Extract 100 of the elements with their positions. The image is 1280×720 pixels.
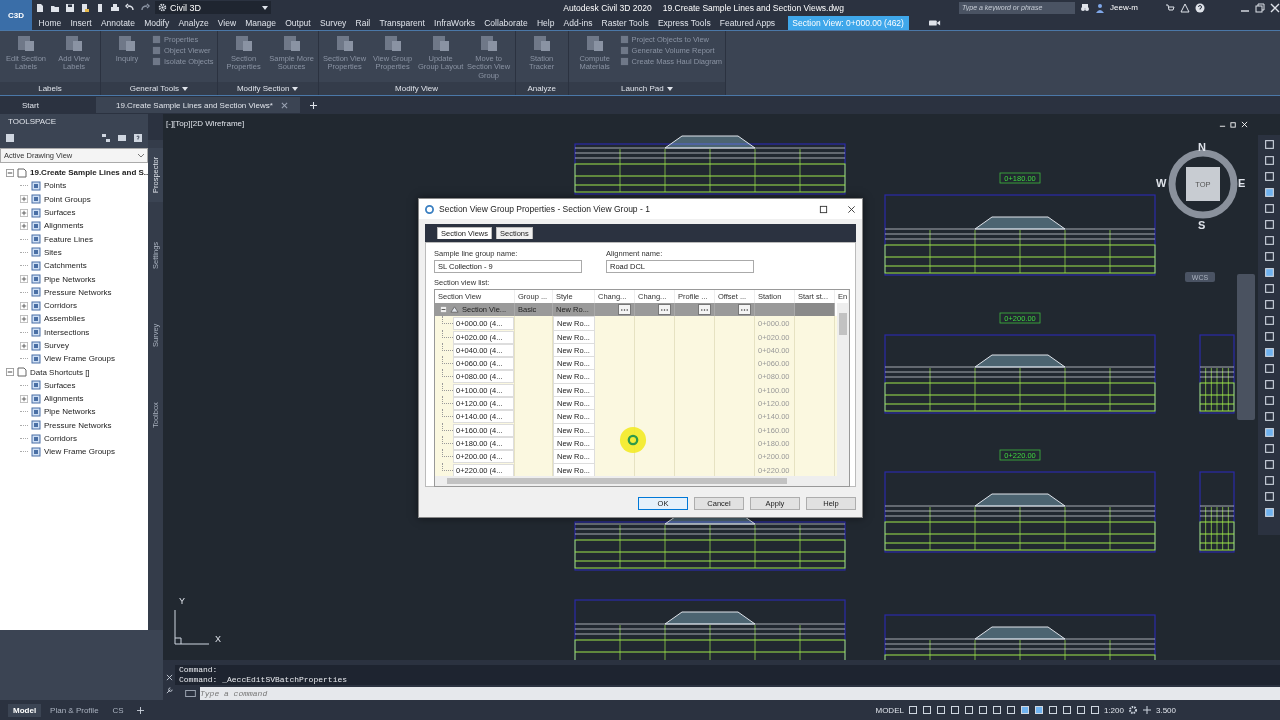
tree-item[interactable]: Surfaces [44, 380, 76, 390]
tree-item[interactable]: Assemblies [44, 314, 85, 324]
expander-icon[interactable] [20, 314, 28, 323]
window-icon[interactable] [117, 133, 127, 143]
toolbar-icon[interactable] [1263, 187, 1275, 198]
ellipsis-button[interactable] [618, 304, 631, 316]
toolbar-icon[interactable] [1263, 315, 1275, 326]
ribbon-tab[interactable]: Raster Tools [597, 15, 654, 30]
toolbar-icon[interactable] [1263, 411, 1275, 422]
toolbar-icon[interactable] [1263, 427, 1275, 438]
status-toggle-icon[interactable] [1061, 705, 1072, 715]
toolbar-icon[interactable] [1263, 219, 1275, 230]
expander-icon[interactable] [6, 168, 14, 177]
tree-item[interactable]: Alignments [44, 221, 84, 231]
layout-tab[interactable]: Model [8, 703, 42, 717]
tree-item[interactable]: Data Shortcuts [] [30, 367, 90, 377]
south-label[interactable]: S [1198, 219, 1206, 231]
expander-icon[interactable] [6, 368, 14, 377]
expander-icon[interactable] [20, 394, 28, 403]
tree-item[interactable]: Feature Lines [44, 234, 93, 244]
layout-tab[interactable]: Plan & Profile [45, 703, 104, 717]
save-icon[interactable] [65, 2, 75, 13]
status-toggle-icon[interactable] [1033, 705, 1044, 715]
tree-item[interactable]: Pressure Networks [44, 420, 112, 430]
layout-tab[interactable]: CS [107, 703, 129, 717]
ribbon-tab[interactable]: Output [280, 15, 316, 30]
document-tab[interactable]: Start [12, 97, 92, 113]
toolbar-icon[interactable] [1263, 251, 1275, 262]
status-toggle-icon[interactable] [963, 705, 974, 715]
tree-item[interactable]: Corridors [44, 434, 77, 444]
user-name[interactable]: Jeew-m [1110, 3, 1160, 12]
tree-item[interactable]: Corridors [44, 301, 77, 311]
toolbar-icon[interactable] [1263, 331, 1275, 342]
ribbon-tab[interactable]: View [213, 15, 241, 30]
triangle-icon[interactable] [1180, 2, 1190, 13]
toolbar-icon[interactable] [1263, 155, 1275, 166]
tree-item[interactable]: Pressure Networks [44, 287, 112, 297]
status-toggle-icon[interactable] [1047, 705, 1058, 715]
restore-icon[interactable] [1230, 121, 1237, 128]
tree-item[interactable]: Survey [44, 341, 69, 350]
save-as-icon[interactable] [80, 2, 90, 13]
ribbon-tab[interactable]: Add-ins [559, 15, 597, 30]
toolbar-icon[interactable] [1263, 443, 1275, 454]
toolbar-icon[interactable] [1263, 459, 1275, 470]
ribbon-tab[interactable]: Collaborate [479, 15, 533, 30]
tree-item[interactable]: Catchments [44, 261, 87, 271]
ribbon-tab[interactable]: Manage [240, 15, 281, 30]
expander-icon[interactable] [20, 221, 28, 230]
toolbar-icon[interactable] [1263, 139, 1275, 150]
coordinate-value[interactable]: 3.500 [1155, 705, 1176, 715]
add-layout-icon[interactable] [136, 706, 144, 714]
ribbon-tab[interactable]: Home [34, 15, 66, 30]
tree-item[interactable]: Sites [44, 247, 62, 257]
expander-icon[interactable] [20, 208, 28, 217]
ribbon-tab[interactable]: InfraWorks [429, 15, 480, 30]
status-toggle-icon[interactable] [991, 705, 1002, 715]
tree-item[interactable]: Pipe Networks [44, 274, 96, 284]
west-label[interactable]: W [1156, 177, 1167, 189]
toolbar-icon[interactable] [1263, 171, 1275, 182]
close-icon[interactable] [847, 204, 856, 214]
document-tab[interactable]: 19.Create Sample Lines and Section Views* [96, 97, 300, 113]
viewport-controls-label[interactable]: [-][Top][2D Wireframe] [166, 119, 245, 128]
tree-item[interactable]: Surfaces [44, 208, 76, 218]
expander-icon[interactable] [20, 195, 28, 204]
toolbar-icon[interactable] [1263, 283, 1275, 294]
tree-item[interactable]: View Frame Groups [44, 447, 115, 457]
tree-item[interactable]: Pipe Networks [44, 407, 96, 417]
ribbon-tab[interactable]: Insert [65, 15, 97, 30]
application-menu-button[interactable]: C3D [0, 0, 32, 30]
tree-item[interactable]: Points [44, 181, 67, 191]
status-toggle-icon[interactable] [977, 705, 988, 715]
north-label[interactable]: N [1198, 141, 1206, 153]
toolbar-icon[interactable] [1263, 379, 1275, 390]
tree-item[interactable]: Point Groups [44, 194, 91, 204]
workspace-dropdown[interactable]: Civil 3D [155, 1, 271, 14]
status-toggle-icon[interactable] [1005, 705, 1016, 715]
ellipsis-button[interactable] [698, 304, 711, 316]
status-toggle-icon[interactable] [907, 705, 918, 715]
status-toggle-icon[interactable] [1089, 705, 1100, 715]
binoculars-icon[interactable] [1080, 2, 1090, 13]
toolbar-icon[interactable] [1263, 395, 1275, 406]
gear-icon[interactable] [1127, 705, 1138, 715]
panel-title[interactable]: Modify Section [217, 82, 318, 95]
toolbar-icon[interactable] [1263, 475, 1275, 486]
video-icon[interactable] [928, 18, 941, 27]
plus-icon[interactable] [1141, 705, 1152, 715]
maximize-icon[interactable] [819, 204, 828, 214]
ribbon-tab[interactable]: Transparent [374, 15, 430, 30]
tree-item[interactable]: Alignments [44, 394, 84, 404]
toolbar-icon[interactable] [1263, 347, 1275, 358]
panel-title[interactable]: General Tools [101, 82, 217, 95]
expander-icon[interactable] [440, 306, 447, 314]
redo-icon[interactable] [140, 2, 150, 13]
ribbon-tab[interactable]: Analyze [173, 15, 214, 30]
help-icon[interactable] [1195, 2, 1205, 13]
toolbar-icon[interactable] [1263, 363, 1275, 374]
status-toggle-icon[interactable] [949, 705, 960, 715]
wrench-icon[interactable] [165, 687, 173, 694]
toolbar-icon[interactable] [1263, 267, 1275, 278]
ribbon-tab[interactable]: Rail [350, 15, 375, 30]
